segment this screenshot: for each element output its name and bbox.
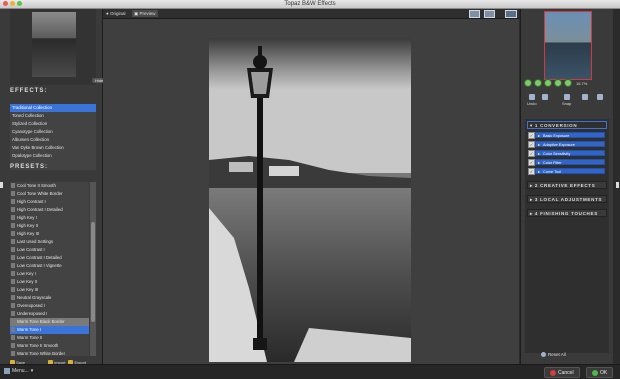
effects-list: Traditional Collection Toned Collection St… <box>10 104 96 170</box>
preset-item[interactable]: High Key I <box>10 214 89 222</box>
color-sensitivity-checkbox[interactable]: ✓ <box>528 150 535 157</box>
preset-item[interactable]: Cool Tone White Border <box>10 190 89 198</box>
preset-item[interactable]: Last Used Settings <box>10 238 89 246</box>
preset-item[interactable]: High Contrast I <box>10 198 89 206</box>
preset-item[interactable]: Low Key III <box>10 286 89 294</box>
section-conversion[interactable]: ▾ 1 CONVERSION <box>527 121 607 129</box>
effect-item[interactable]: Cyanotype Collection <box>10 128 96 136</box>
compare-icon <box>582 94 588 100</box>
redo-icon <box>542 94 548 100</box>
snapshot-list-button[interactable] <box>597 94 603 101</box>
effect-item[interactable]: Albumen Collection <box>10 136 96 144</box>
left-panel: Hide EFFECTS: Traditional Collection Tone… <box>0 9 107 365</box>
preset-item[interactable]: Low Contrast I Vignette <box>10 262 89 270</box>
redo-button[interactable] <box>542 94 548 101</box>
preset-item[interactable]: Overexposed I <box>10 302 89 310</box>
view-toolbar: ● Original ▣ Preview <box>103 9 519 19</box>
preset-item[interactable]: Warm Tone I <box>10 326 89 334</box>
snap-icon <box>563 94 570 100</box>
split-view-icon[interactable] <box>484 10 495 18</box>
list-icon <box>597 94 603 100</box>
preset-item[interactable]: Low Key I <box>10 270 89 278</box>
preview-image <box>209 38 411 362</box>
zoom-in-icon[interactable] <box>534 79 542 87</box>
zoom-level: 16.7% <box>576 80 588 86</box>
left-panel-collapse-handle[interactable] <box>0 182 3 188</box>
effect-item[interactable]: Van Dyke Brown Collection <box>10 144 96 152</box>
zoom-out-icon[interactable] <box>524 79 532 87</box>
zoom-controls: 16.7% <box>524 79 587 87</box>
curve-tool-checkbox[interactable]: ✓ <box>528 168 535 175</box>
presets-scrollbar[interactable] <box>90 182 96 356</box>
adaptive-exposure-button[interactable]: Adaptive Exposure <box>535 141 605 148</box>
navigator-icon[interactable] <box>505 10 517 18</box>
original-toggle[interactable]: ● Original <box>106 10 125 17</box>
undo-icon <box>528 94 535 100</box>
preset-item[interactable]: Neutral Grayscale <box>10 294 89 302</box>
preset-preview-thumbnail <box>32 12 76 77</box>
color-filter-button[interactable]: Color Filter <box>535 159 605 166</box>
presets-title: PRESETS: <box>10 164 49 170</box>
window-title: Topaz B&W Effects <box>284 1 336 7</box>
reset-icon <box>541 352 546 357</box>
color-filter-checkbox[interactable]: ✓ <box>528 159 535 166</box>
preset-item[interactable]: Underexposed I <box>10 310 89 318</box>
effect-item[interactable]: Toned Collection <box>10 112 96 120</box>
section-finishing-touches[interactable]: ▸ 4 FINISHING TOUCHES <box>527 209 607 217</box>
preview-canvas[interactable] <box>103 19 519 364</box>
preset-item[interactable]: Cool Tone II Smooth <box>10 182 89 190</box>
preset-item[interactable]: Warm Tone Black Border <box>10 318 89 326</box>
history-controls: Undo Snap <box>524 94 610 110</box>
scrollbar-thumb[interactable] <box>91 222 95 322</box>
preset-item[interactable]: High Contrast I Detailed <box>10 206 89 214</box>
zoom-fill-icon[interactable] <box>564 79 572 87</box>
undo-button[interactable]: Undo <box>527 94 537 106</box>
menu-icon <box>4 368 10 374</box>
adaptive-exposure-checkbox[interactable]: ✓ <box>528 141 535 148</box>
zoom-fit-icon[interactable] <box>544 79 552 87</box>
ok-icon <box>592 369 598 376</box>
preset-item[interactable]: High Key III <box>10 230 89 238</box>
single-view-icon[interactable] <box>469 10 480 18</box>
preset-item[interactable]: Warm Tone II <box>10 334 89 342</box>
presets-list: Cool Tone II Smooth Cool Tone White Borde… <box>10 182 89 356</box>
navigator-thumbnail[interactable] <box>544 11 592 80</box>
basic-exposure-checkbox[interactable]: ✓ <box>528 132 535 139</box>
basic-exposure-button[interactable]: Basic Exposure <box>535 132 605 139</box>
effects-title: EFFECTS: <box>10 88 48 94</box>
section-creative-effects[interactable]: ▸ 2 CREATIVE EFFECTS <box>527 181 607 189</box>
curve-tool-button[interactable]: Curve Tool <box>535 168 605 175</box>
effect-item[interactable]: Stylized Collection <box>10 120 96 128</box>
preset-item[interactable]: Warm Tone White Border <box>10 350 89 356</box>
preview-toggle[interactable]: ▣ Preview <box>132 10 158 17</box>
preset-item[interactable]: Warm Tone II Smooth <box>10 342 89 350</box>
preset-item[interactable]: Low Contrast I Detailed <box>10 254 89 262</box>
preset-item[interactable]: Low Key II <box>10 278 89 286</box>
preset-preview: Hide <box>10 9 107 85</box>
color-sensitivity-button[interactable]: Color Sensitivity <box>535 150 605 157</box>
preset-item[interactable]: High Key II <box>10 222 89 230</box>
cancel-icon <box>550 369 556 376</box>
right-panel-collapse-handle[interactable] <box>616 182 619 188</box>
snap-button[interactable]: Snap <box>562 94 571 106</box>
preset-item[interactable]: Low Contrast I <box>10 246 89 254</box>
zoom-actual-icon[interactable] <box>554 79 562 87</box>
status-bar: Menu... ▾ Cancel OK <box>0 364 620 379</box>
menu-button[interactable]: Menu... ▾ <box>4 368 33 374</box>
compare-button[interactable] <box>582 94 588 101</box>
cancel-button[interactable]: Cancel <box>544 367 580 378</box>
section-local-adjustments[interactable]: ▸ 3 LOCAL ADJUSTMENTS <box>527 195 607 203</box>
right-panel: 16.7% Undo Snap ▾ 1 CONVERSION ✓ Basic E… <box>520 9 613 364</box>
title-bar: Topaz B&W Effects <box>0 0 620 9</box>
adjustment-panel: ▾ 1 CONVERSION ✓ Basic Exposure ✓ Adapti… <box>525 119 609 353</box>
effect-item[interactable]: Traditional Collection <box>10 104 96 112</box>
effect-item[interactable]: Opalotype Collection <box>10 152 96 160</box>
reset-all-button[interactable]: Reset All <box>541 352 566 357</box>
ok-button[interactable]: OK <box>586 367 614 378</box>
